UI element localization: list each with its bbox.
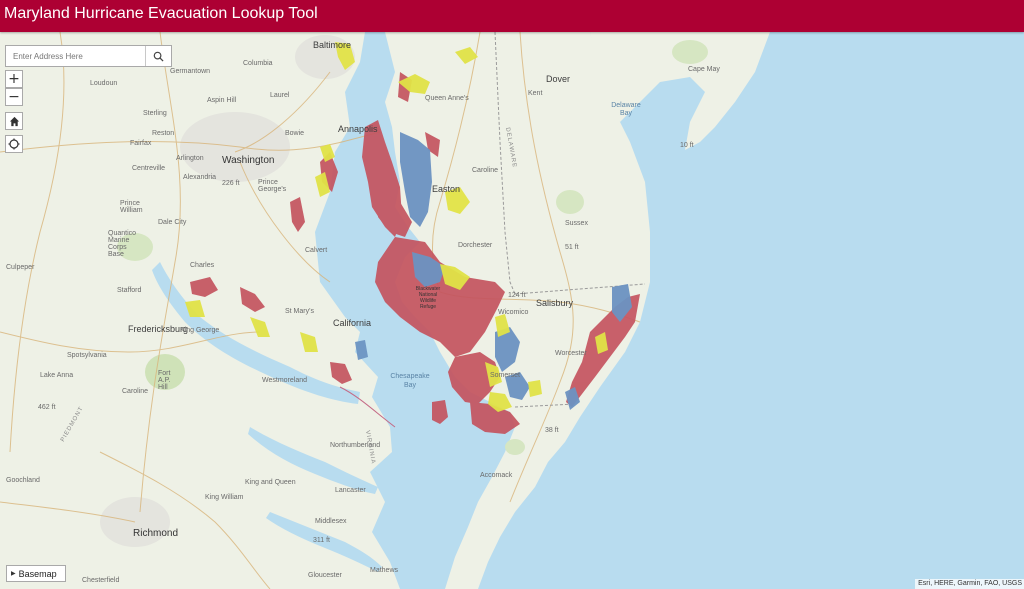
label-elev-124: 124 ft — [508, 292, 526, 299]
label-salisbury: Salisbury — [536, 298, 574, 308]
label-elev-38: 38 ft — [545, 427, 559, 434]
label-middlesex: Middlesex — [315, 518, 347, 525]
label-columbia: Columbia — [243, 60, 273, 67]
label-chesapeake-bay: Chesapeake Bay — [390, 373, 430, 389]
zoom-in-button[interactable]: + — [5, 70, 23, 88]
label-dover: Dover — [546, 74, 571, 84]
park-cape-may — [672, 40, 708, 64]
map-view[interactable]: Baltimore Columbia Germantown Aspin Hill… — [0, 32, 1024, 589]
label-elev-311: 311 ft — [313, 537, 330, 544]
label-bowie: Bowie — [285, 130, 305, 137]
label-cape-may: Cape May — [688, 66, 720, 73]
label-germantown: Germantown — [170, 68, 211, 75]
label-caroline-md: Caroline — [472, 167, 499, 174]
label-annapolis: Annapolis — [338, 124, 378, 134]
app-title-bar: Maryland Hurricane Evacuation Lookup Too… — [0, 0, 1024, 32]
label-elev-10: 10 ft — [680, 142, 694, 149]
label-easton: Easton — [432, 184, 461, 194]
label-prince-georges: Prince George's — [258, 179, 287, 193]
map-attribution: Esri, HERE, Garmin, FAO, USGS — [915, 579, 1024, 589]
basemap-label: Basemap — [18, 568, 57, 579]
label-king-william: King William — [205, 494, 244, 501]
label-westmoreland: Westmoreland — [262, 377, 308, 384]
search-icon — [153, 51, 164, 62]
label-laurel: Laurel — [270, 92, 290, 99]
zoom-controls: + − — [5, 70, 23, 106]
address-search — [5, 45, 172, 67]
label-king-and-queen: King and Queen — [245, 479, 296, 486]
label-dale-city: Dale City — [158, 219, 187, 226]
label-mathews: Mathews — [370, 567, 399, 574]
search-button[interactable] — [145, 46, 171, 66]
label-alexandria: Alexandria — [183, 174, 217, 181]
locate-button[interactable] — [5, 135, 23, 153]
label-queen-annes: Queen Anne's — [425, 95, 469, 102]
urban-washington — [180, 112, 290, 182]
label-accomack: Accomack — [480, 472, 513, 479]
label-sussex: Sussex — [565, 220, 588, 227]
label-sterling: Sterling — [143, 110, 167, 117]
label-baltimore: Baltimore — [313, 40, 352, 50]
label-st-marys: St Mary's — [285, 308, 314, 315]
label-delaware-bay: Delaware Bay — [611, 102, 641, 117]
label-blackwater: Blackwater National Wildlife Refuge — [415, 286, 441, 310]
park-accomack — [505, 439, 525, 455]
label-worcester: Worcester — [555, 350, 587, 357]
label-elev-51: 51 ft — [565, 244, 579, 251]
label-arlington: Arlington — [176, 155, 204, 162]
label-lancaster: Lancaster — [335, 487, 366, 494]
address-search-input[interactable] — [6, 46, 145, 66]
label-kent: Kent — [528, 90, 543, 97]
label-gloucester: Gloucester — [308, 572, 342, 579]
label-elev-462: 462 ft — [38, 404, 56, 411]
park-delaware — [556, 190, 584, 214]
label-loudoun: Loudoun — [90, 80, 118, 87]
label-wicomico: Wicomico — [498, 309, 529, 316]
home-icon — [9, 116, 19, 126]
locate-icon — [8, 138, 20, 150]
basemap-toggle-button[interactable]: ▶ Basemap — [6, 565, 66, 582]
label-fort-ap-hill: Fort A.P. Hill — [158, 370, 171, 391]
app-title: Maryland Hurricane Evacuation Lookup Too… — [4, 5, 318, 22]
label-caroline: Caroline — [122, 388, 149, 395]
label-spotsylvania: Spotsylvania — [67, 352, 107, 359]
label-goochland: Goochland — [6, 477, 40, 484]
label-charles: Charles — [190, 262, 215, 269]
label-prince-william: Prince William — [120, 200, 143, 214]
label-aspin-hill: Aspin Hill — [207, 97, 237, 104]
label-dorchester: Dorchester — [458, 242, 493, 249]
label-fairfax: Fairfax — [130, 140, 152, 147]
zoom-out-button[interactable]: − — [5, 88, 23, 106]
label-calvert: Calvert — [305, 247, 328, 254]
label-reston: Reston — [152, 130, 175, 137]
label-washington: Washington — [222, 155, 275, 166]
label-elev-226: 226 ft — [222, 180, 240, 187]
label-quantico: Quantico Marine Corps Base — [108, 230, 137, 258]
label-king-george: King George — [180, 327, 220, 334]
label-culpeper: Culpeper — [6, 264, 35, 271]
label-centreville: Centreville — [132, 165, 166, 172]
caret-right-icon: ▶ — [11, 571, 16, 577]
label-chesterfield: Chesterfield — [82, 577, 120, 584]
label-lake-anna: Lake Anna — [40, 372, 74, 379]
label-richmond: Richmond — [133, 528, 179, 539]
label-somerset: Somerset — [490, 372, 520, 379]
label-stafford: Stafford — [117, 287, 142, 294]
home-button[interactable] — [5, 112, 23, 130]
label-california: California — [333, 318, 372, 328]
